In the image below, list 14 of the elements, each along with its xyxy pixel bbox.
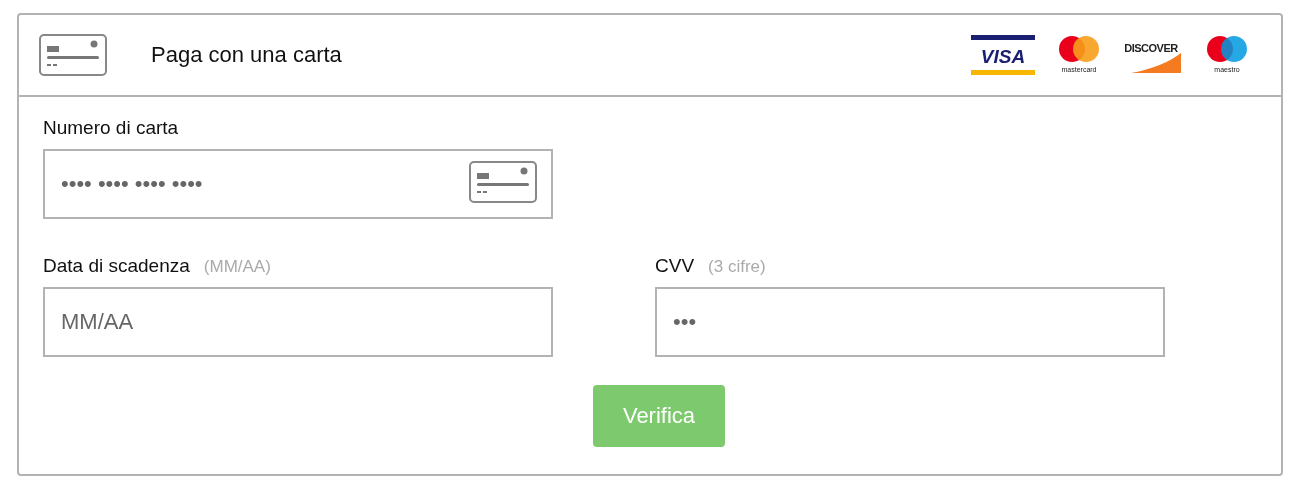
credit-card-icon	[469, 161, 537, 203]
visa-logo: VISA	[971, 35, 1035, 75]
field-label: Numero di carta	[43, 117, 179, 139]
verify-button[interactable]: Verifica	[593, 385, 725, 447]
field-hint: (MM/AA)	[203, 257, 271, 277]
field-label: Data di scadenza	[43, 255, 190, 277]
card-number-field[interactable]: •••• •••• •••• ••••	[43, 149, 553, 219]
cvv-field[interactable]: •••	[655, 287, 1165, 357]
discover-logo: DISCOVER	[1123, 35, 1183, 75]
credit-card-icon	[39, 34, 107, 76]
field-hint: (3 cifre)	[708, 257, 766, 277]
expiry-field[interactable]: MM/AA	[43, 287, 553, 357]
field-label: CVV	[655, 255, 695, 277]
panel-title: Paga con una carta	[151, 42, 343, 68]
